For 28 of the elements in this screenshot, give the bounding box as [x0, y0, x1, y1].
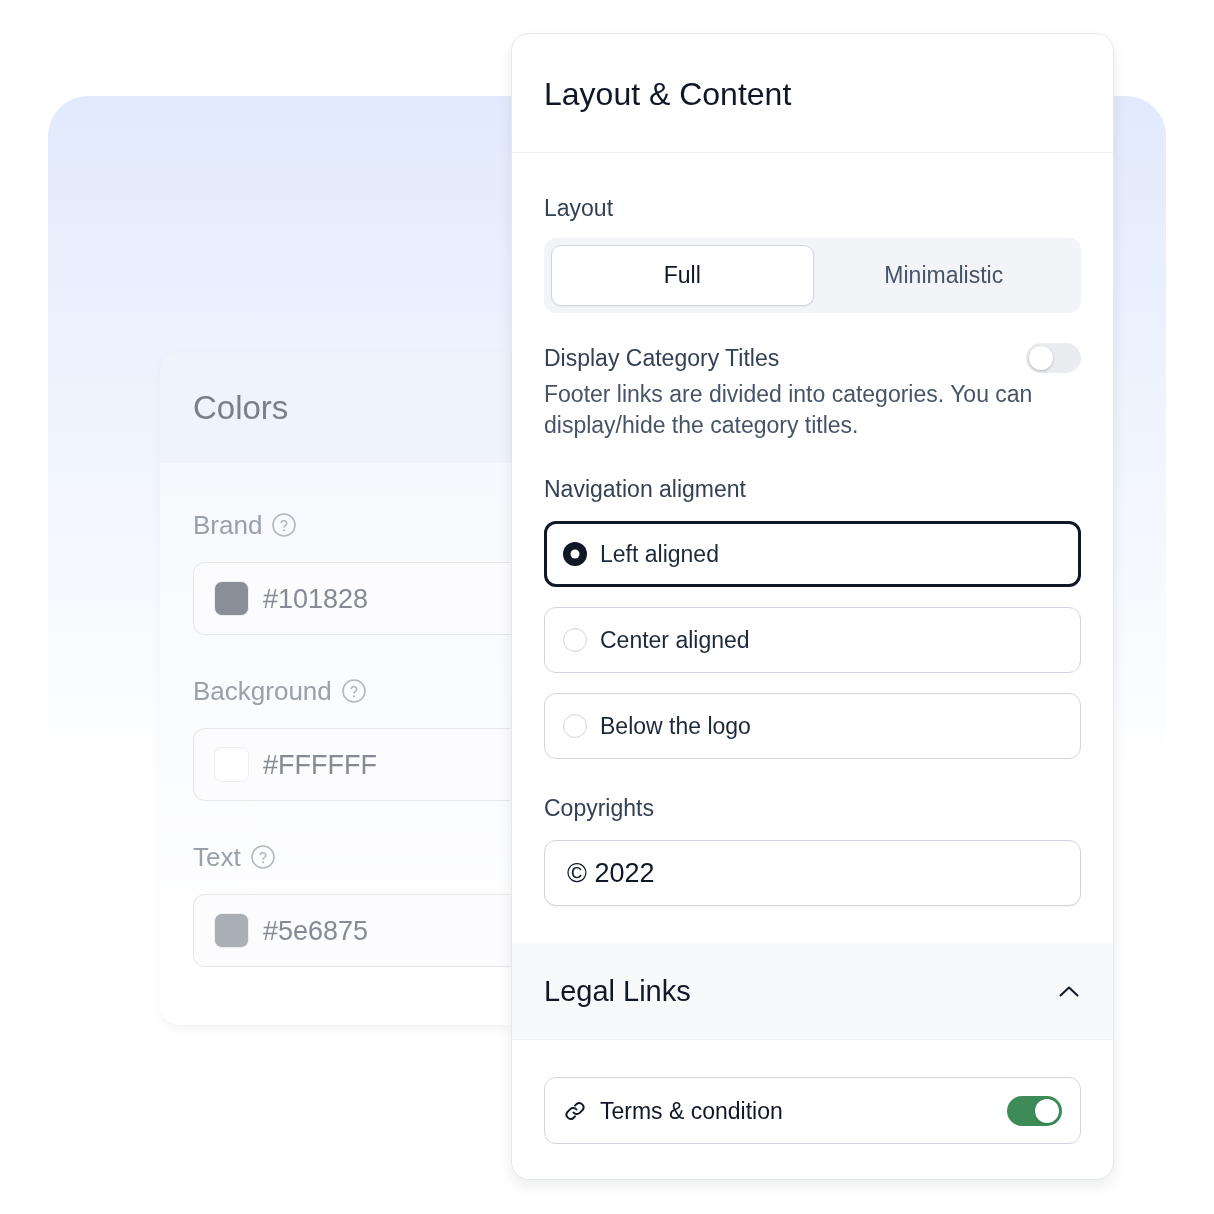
toggle-switch[interactable]	[1007, 1095, 1062, 1126]
accordion-header[interactable]: Legal Links	[512, 943, 1113, 1040]
setting-description: Footer links are divided into categories. You can display/hide the category titles.	[544, 380, 1034, 440]
field-label: Background	[193, 676, 332, 706]
section-label: Navigation aligment	[544, 475, 747, 503]
panel-title: Colors	[193, 387, 289, 428]
radio-empty-icon	[563, 628, 587, 652]
link-icon	[564, 1099, 586, 1122]
radio-empty-icon	[563, 714, 587, 738]
panel-title: Layout & Content	[544, 75, 792, 114]
radio-option[interactable]: Below the logo	[544, 693, 1081, 759]
help-icon	[250, 845, 275, 869]
setting-label: Display Category Titles	[544, 344, 780, 372]
toggle-switch[interactable]	[1026, 343, 1081, 373]
help-icon	[272, 513, 297, 537]
section-label: Copyrights	[544, 794, 655, 822]
help-icon	[341, 679, 366, 703]
section-label: Layout	[544, 194, 615, 222]
layout-tab[interactable]: Minimalistic	[813, 245, 1074, 306]
layout-tab[interactable]: Full	[551, 245, 814, 306]
field-label: Brand	[193, 510, 263, 540]
field-label: Text	[193, 842, 241, 872]
radio-option[interactable]: Center aligned	[544, 607, 1081, 673]
radio-selected-icon	[563, 542, 587, 566]
copyright-field[interactable]: © 2022	[544, 840, 1081, 906]
section-title: Legal Links	[544, 974, 691, 1009]
link-label: Terms & condition	[600, 1096, 784, 1125]
radio-option[interactable]: Left aligned	[544, 521, 1081, 587]
